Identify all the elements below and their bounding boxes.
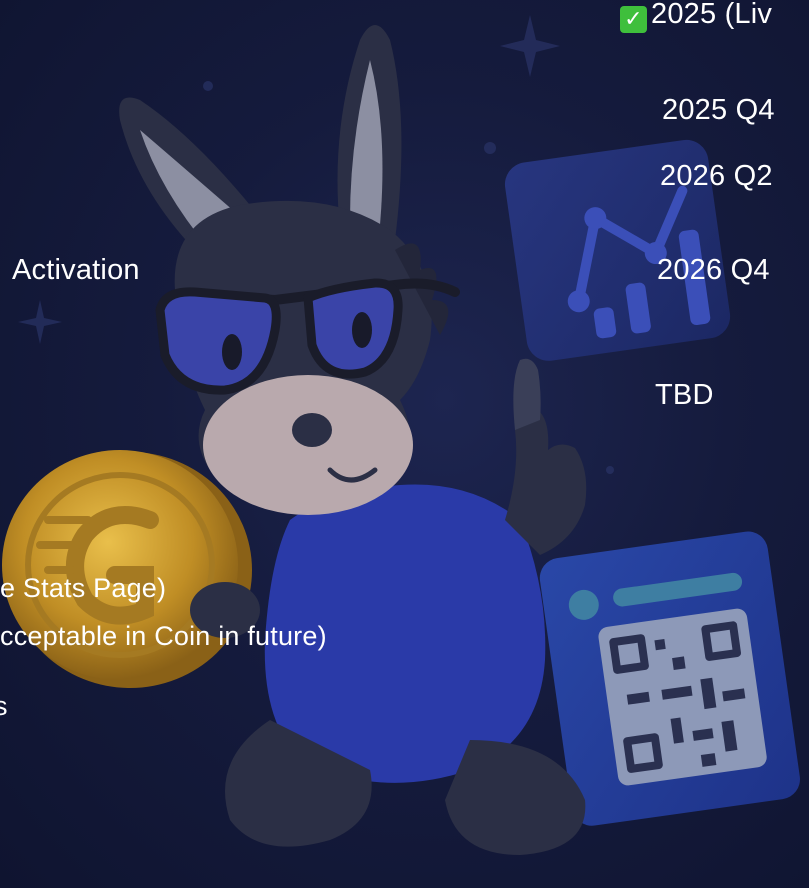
timeline-item-2025-q4: 2025 Q4	[662, 94, 775, 126]
roadmap-label-activation: Activation	[12, 254, 140, 286]
timeline-item-2026-q2: 2026 Q2	[660, 160, 773, 192]
coin-icon	[2, 450, 252, 688]
roadmap-label-cut: s	[0, 691, 8, 721]
timeline-item-tbd: TBD	[655, 379, 714, 411]
timeline-item-live: ✓ 2025 (Liv	[620, 0, 772, 33]
qr-card-icon	[539, 531, 800, 826]
checkmark-icon: ✓	[620, 6, 647, 33]
donkey-mascot-illustration	[2, 15, 800, 855]
timeline-item-2026-q4: 2026 Q4	[657, 254, 770, 286]
roadmap-label-stats-page: e Stats Page)	[0, 573, 167, 603]
timeline-live-label: 2025 (Liv	[651, 0, 773, 30]
roadmap-label-acceptable: cceptable in Coin in future)	[0, 621, 327, 651]
